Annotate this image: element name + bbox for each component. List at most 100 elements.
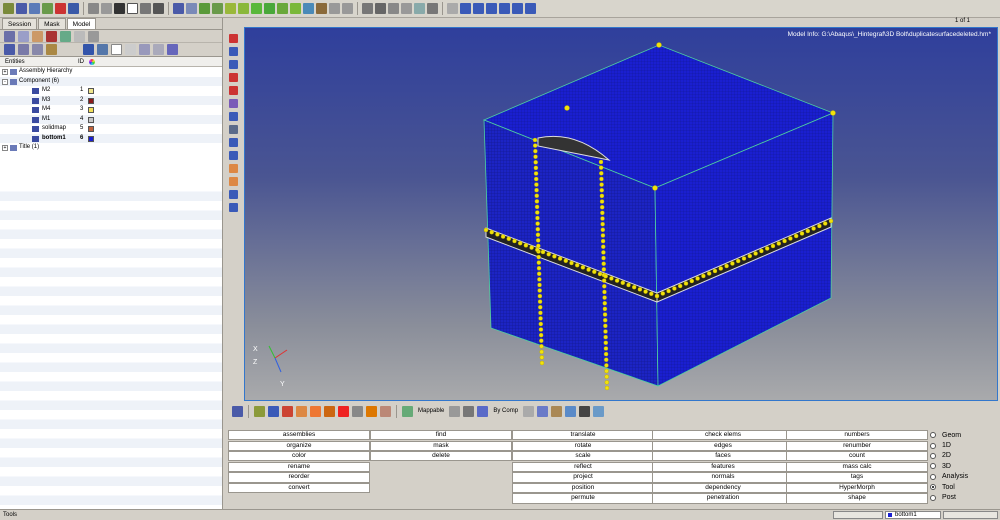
radio-1d[interactable]: 1D: [930, 440, 968, 450]
color-swatch[interactable]: [88, 135, 94, 142]
menu-edges-button[interactable]: edges: [652, 440, 794, 451]
radio-button-icon[interactable]: [930, 432, 936, 439]
collapse-icon[interactable]: [18, 44, 29, 55]
collector-icon[interactable]: [32, 30, 43, 42]
view-bottom-icon[interactable]: [316, 3, 327, 14]
list-icon[interactable]: [32, 44, 43, 55]
menu-permute-button[interactable]: permute: [512, 493, 654, 504]
export-icon[interactable]: [55, 3, 66, 14]
shrink-icon[interactable]: [352, 405, 363, 417]
layout-4-icon[interactable]: [499, 3, 510, 14]
radio-3d[interactable]: 3D: [930, 461, 968, 471]
menu-penetration-button[interactable]: penetration: [652, 493, 794, 504]
window-icon[interactable]: [140, 3, 151, 14]
menu-count-button[interactable]: count: [786, 451, 928, 462]
tree-item[interactable]: solidmap 5: [0, 124, 222, 134]
pan-icon[interactable]: [199, 3, 210, 14]
move-icon[interactable]: [388, 3, 399, 14]
expand-icon[interactable]: [4, 44, 15, 55]
rotate-icon[interactable]: [212, 3, 223, 14]
connector-icon[interactable]: [380, 405, 391, 417]
entities-column-header[interactable]: Entities: [5, 59, 25, 65]
menu-translate-button[interactable]: translate: [512, 430, 654, 441]
menu-shape-button[interactable]: shape: [786, 493, 928, 504]
capture-icon[interactable]: [153, 3, 164, 14]
menu-scale-button[interactable]: scale: [512, 451, 654, 462]
mesh-icon[interactable]: [537, 405, 549, 417]
reset-icon[interactable]: [329, 3, 340, 14]
morph-icon[interactable]: [366, 405, 377, 417]
tab-session[interactable]: Session: [2, 18, 38, 29]
monitor-icon[interactable]: [593, 405, 605, 417]
menu-position-button[interactable]: position: [512, 482, 654, 494]
center-icon[interactable]: [414, 3, 425, 14]
element-icon[interactable]: [268, 405, 279, 417]
view-iso-icon[interactable]: [238, 3, 249, 14]
bycomp-select[interactable]: By Comp: [493, 408, 518, 414]
radio-2d[interactable]: 2D: [930, 451, 968, 461]
label-off-icon[interactable]: [229, 177, 238, 186]
view-front-icon[interactable]: [264, 3, 275, 14]
clear-icon[interactable]: [338, 405, 349, 417]
tree-item[interactable]: M4 3: [0, 105, 222, 115]
isolate-icon[interactable]: [97, 44, 108, 55]
menu-assemblies-button[interactable]: assemblies: [228, 430, 370, 441]
view-top-icon[interactable]: [251, 3, 262, 14]
color-swatch[interactable]: [88, 88, 94, 94]
radio-button-icon[interactable]: [930, 442, 936, 449]
label-icon[interactable]: [229, 164, 238, 173]
info-icon[interactable]: [229, 138, 238, 147]
menu-numbers-button[interactable]: numbers: [786, 430, 928, 441]
radio-geom[interactable]: Geom: [930, 430, 968, 440]
feature-icon[interactable]: [296, 405, 307, 417]
layout-3-icon[interactable]: [486, 3, 497, 14]
dimension-icon[interactable]: [229, 125, 238, 134]
group-icon[interactable]: [310, 405, 321, 417]
tab-mask[interactable]: Mask: [38, 18, 66, 29]
menu-color-button[interactable]: color: [228, 451, 370, 462]
tree-item[interactable]: - Component (6): [0, 76, 222, 86]
color-swatch[interactable]: [88, 126, 94, 132]
layout-2-icon[interactable]: [473, 3, 484, 14]
clip-icon[interactable]: [342, 3, 353, 14]
menu-check-elems-button[interactable]: check elems: [652, 430, 794, 441]
zoom-box-icon[interactable]: [186, 3, 197, 14]
radio-post[interactable]: Post: [930, 492, 968, 502]
eye-icon[interactable]: [139, 44, 150, 55]
pointer-icon[interactable]: [111, 44, 122, 55]
feature-display-icon[interactable]: [229, 203, 238, 212]
property-icon[interactable]: [60, 30, 71, 42]
save-icon[interactable]: [29, 3, 40, 14]
layout-6-icon[interactable]: [525, 3, 536, 14]
id-column-header[interactable]: ID: [78, 59, 84, 65]
zoom-icon[interactable]: [173, 3, 184, 14]
wireframe-icon[interactable]: [523, 405, 535, 417]
find-icon[interactable]: [229, 86, 238, 95]
mesh-model[interactable]: X Y Z: [245, 28, 998, 401]
box-icon[interactable]: [127, 3, 138, 14]
menu-find-button[interactable]: find: [370, 430, 512, 441]
menu-hypermorph-button[interactable]: HyperMorph: [786, 482, 928, 494]
menu-faces-button[interactable]: faces: [652, 451, 794, 462]
view-back-icon[interactable]: [303, 3, 314, 14]
color-swatch[interactable]: [88, 116, 94, 123]
mappable-select[interactable]: Mappable: [418, 408, 444, 414]
expand-toggle-icon[interactable]: +: [2, 69, 8, 75]
open-icon[interactable]: [16, 3, 27, 14]
display-icon[interactable]: [83, 44, 94, 55]
menu-rename-button[interactable]: rename: [228, 461, 370, 472]
tree-item[interactable]: + Title (1): [0, 143, 222, 153]
tab-model[interactable]: Model: [66, 18, 97, 29]
color-by-icon[interactable]: [449, 405, 461, 417]
magnify-icon[interactable]: [375, 3, 386, 14]
mesh-display-icon[interactable]: [229, 190, 238, 199]
shade-icon[interactable]: [282, 405, 293, 417]
menu-mass-calc-button[interactable]: mass calc: [786, 461, 928, 472]
eye-off-icon[interactable]: [153, 44, 164, 55]
undo-icon[interactable]: [447, 3, 458, 14]
count-icon[interactable]: [229, 151, 238, 160]
view-left-icon[interactable]: [290, 3, 301, 14]
tree-item[interactable]: + Assembly Hierarchy: [0, 67, 222, 77]
expand-toggle-icon[interactable]: +: [2, 145, 8, 151]
material-icon[interactable]: [46, 30, 57, 42]
